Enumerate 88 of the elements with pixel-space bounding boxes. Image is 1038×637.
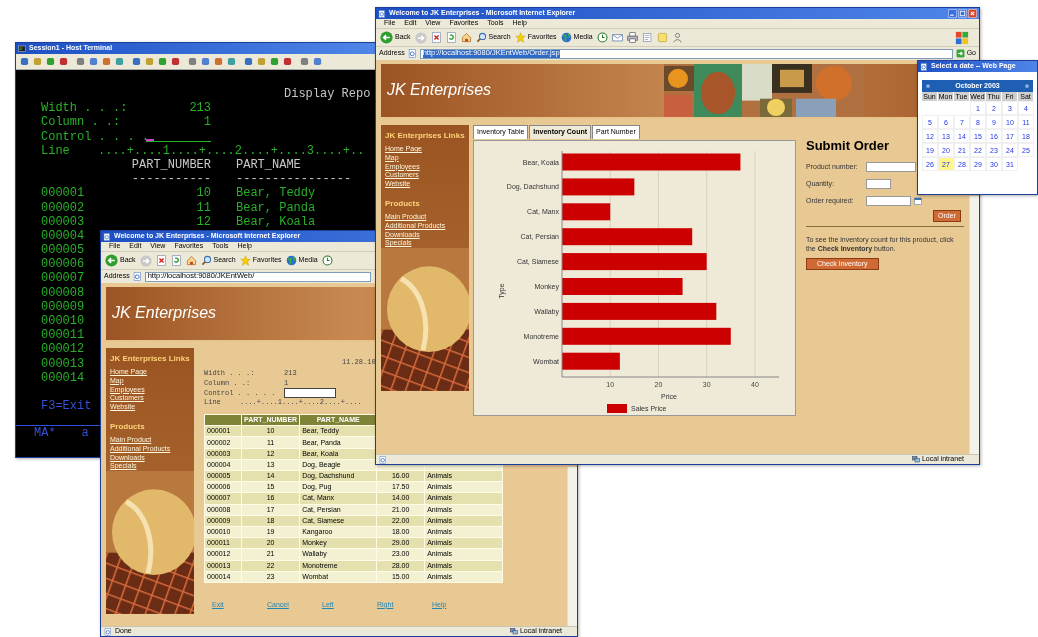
page-icon [379, 455, 387, 464]
field-value: 1 [203, 115, 211, 130]
input-field[interactable] [866, 179, 891, 190]
sidebar-heading: Products [385, 198, 421, 209]
sequence-number: 000013 [41, 356, 85, 371]
column-header: PART_NUMBER [131, 157, 211, 173]
ruler: ....+....1....+....2....+....3....+.. [98, 143, 365, 158]
function-key-hint: F3=Exit [41, 399, 92, 414]
flag-icon [955, 30, 969, 45]
status-indicator: a [81, 425, 89, 439]
sidebar-heading: JK Enterprises Links [385, 131, 465, 141]
sequence-number: 000003 [41, 214, 85, 229]
search-icon [475, 32, 487, 43]
close-icon[interactable] [968, 9, 977, 18]
page-icon [104, 627, 112, 636]
page-icon [132, 272, 142, 281]
field-label: Control . . . . [41, 129, 150, 144]
separator-line: ---------------- [236, 172, 352, 187]
sequence-number: 000012 [41, 342, 85, 357]
next-icon[interactable] [1024, 83, 1030, 89]
part-number: 10 [196, 186, 211, 201]
screen-heading: Display Repo [284, 87, 371, 102]
clock-icon[interactable] [321, 255, 333, 266]
input-field[interactable] [866, 162, 916, 173]
back-icon [380, 31, 393, 44]
page-icon [103, 232, 111, 241]
field-label: Width . . .: [41, 101, 128, 116]
sidebar-heading: Products [110, 421, 146, 432]
field-value: 213 [189, 101, 211, 116]
sequence-number: 000005 [41, 243, 85, 258]
network-icon [509, 627, 518, 636]
back-icon [105, 254, 118, 267]
field-label: Column . .: [41, 115, 121, 130]
document-icon[interactable] [641, 32, 653, 43]
go-arrow-icon [955, 49, 965, 58]
stop-icon[interactable] [155, 255, 167, 266]
mail-icon[interactable] [611, 32, 623, 43]
terminal-icon [18, 44, 26, 53]
home-icon[interactable] [460, 32, 472, 43]
home-icon[interactable] [185, 255, 197, 266]
printer-icon[interactable] [626, 32, 638, 43]
maximize-icon[interactable] [958, 9, 967, 18]
page-icon [378, 9, 386, 18]
stop-icon[interactable] [430, 32, 442, 43]
search-icon [200, 255, 212, 266]
sequence-number: 000007 [41, 271, 85, 286]
network-icon [911, 455, 920, 464]
part-number: 11 [196, 200, 211, 215]
refresh-icon[interactable] [445, 32, 457, 43]
sequence-number: 000010 [41, 314, 85, 329]
input-field[interactable] [284, 388, 336, 399]
part-name: Bear, Teddy [236, 186, 316, 201]
status-indicator: MA* [34, 425, 56, 439]
sidebar-heading: JK Enterprises Links [110, 354, 190, 364]
form-title: Submit Order [806, 139, 890, 154]
part-name: Bear, Koala [236, 214, 316, 229]
globe-icon [560, 32, 572, 43]
sequence-number: 000008 [41, 285, 85, 300]
clock-icon[interactable] [596, 32, 608, 43]
bar [562, 203, 611, 221]
column-header: PART_NAME [236, 157, 301, 173]
legend-swatch [607, 404, 627, 413]
field-label: Line [41, 143, 71, 158]
part-number: 12 [196, 214, 211, 229]
sequence-number: 000011 [41, 328, 85, 343]
calendar-icon[interactable] [914, 197, 922, 206]
sequence-number: 000004 [41, 228, 85, 244]
globe-icon [285, 255, 297, 266]
input-field[interactable] [866, 196, 911, 207]
sequence-number: 000001 [41, 186, 85, 201]
part-name: Bear, Panda [236, 200, 316, 215]
previous-icon[interactable] [925, 83, 931, 89]
star-icon [514, 32, 526, 43]
separator-line: ----------- [131, 172, 211, 187]
page-icon [407, 49, 417, 58]
sequence-number: 000014 [41, 370, 85, 385]
scrollbar[interactable] [969, 196, 979, 454]
refresh-icon[interactable] [170, 255, 182, 266]
site-title: JK Enterprises [386, 81, 493, 100]
sequence-number: 000009 [41, 299, 85, 314]
bar [562, 352, 620, 370]
minimize-icon[interactable] [948, 9, 957, 18]
person-icon[interactable] [671, 32, 683, 43]
star-icon [239, 255, 251, 266]
site-title: JK Enterprises [111, 304, 218, 323]
scrollbar[interactable] [567, 467, 577, 626]
sequence-number: 000002 [41, 200, 85, 215]
sequence-number: 000006 [41, 257, 85, 272]
